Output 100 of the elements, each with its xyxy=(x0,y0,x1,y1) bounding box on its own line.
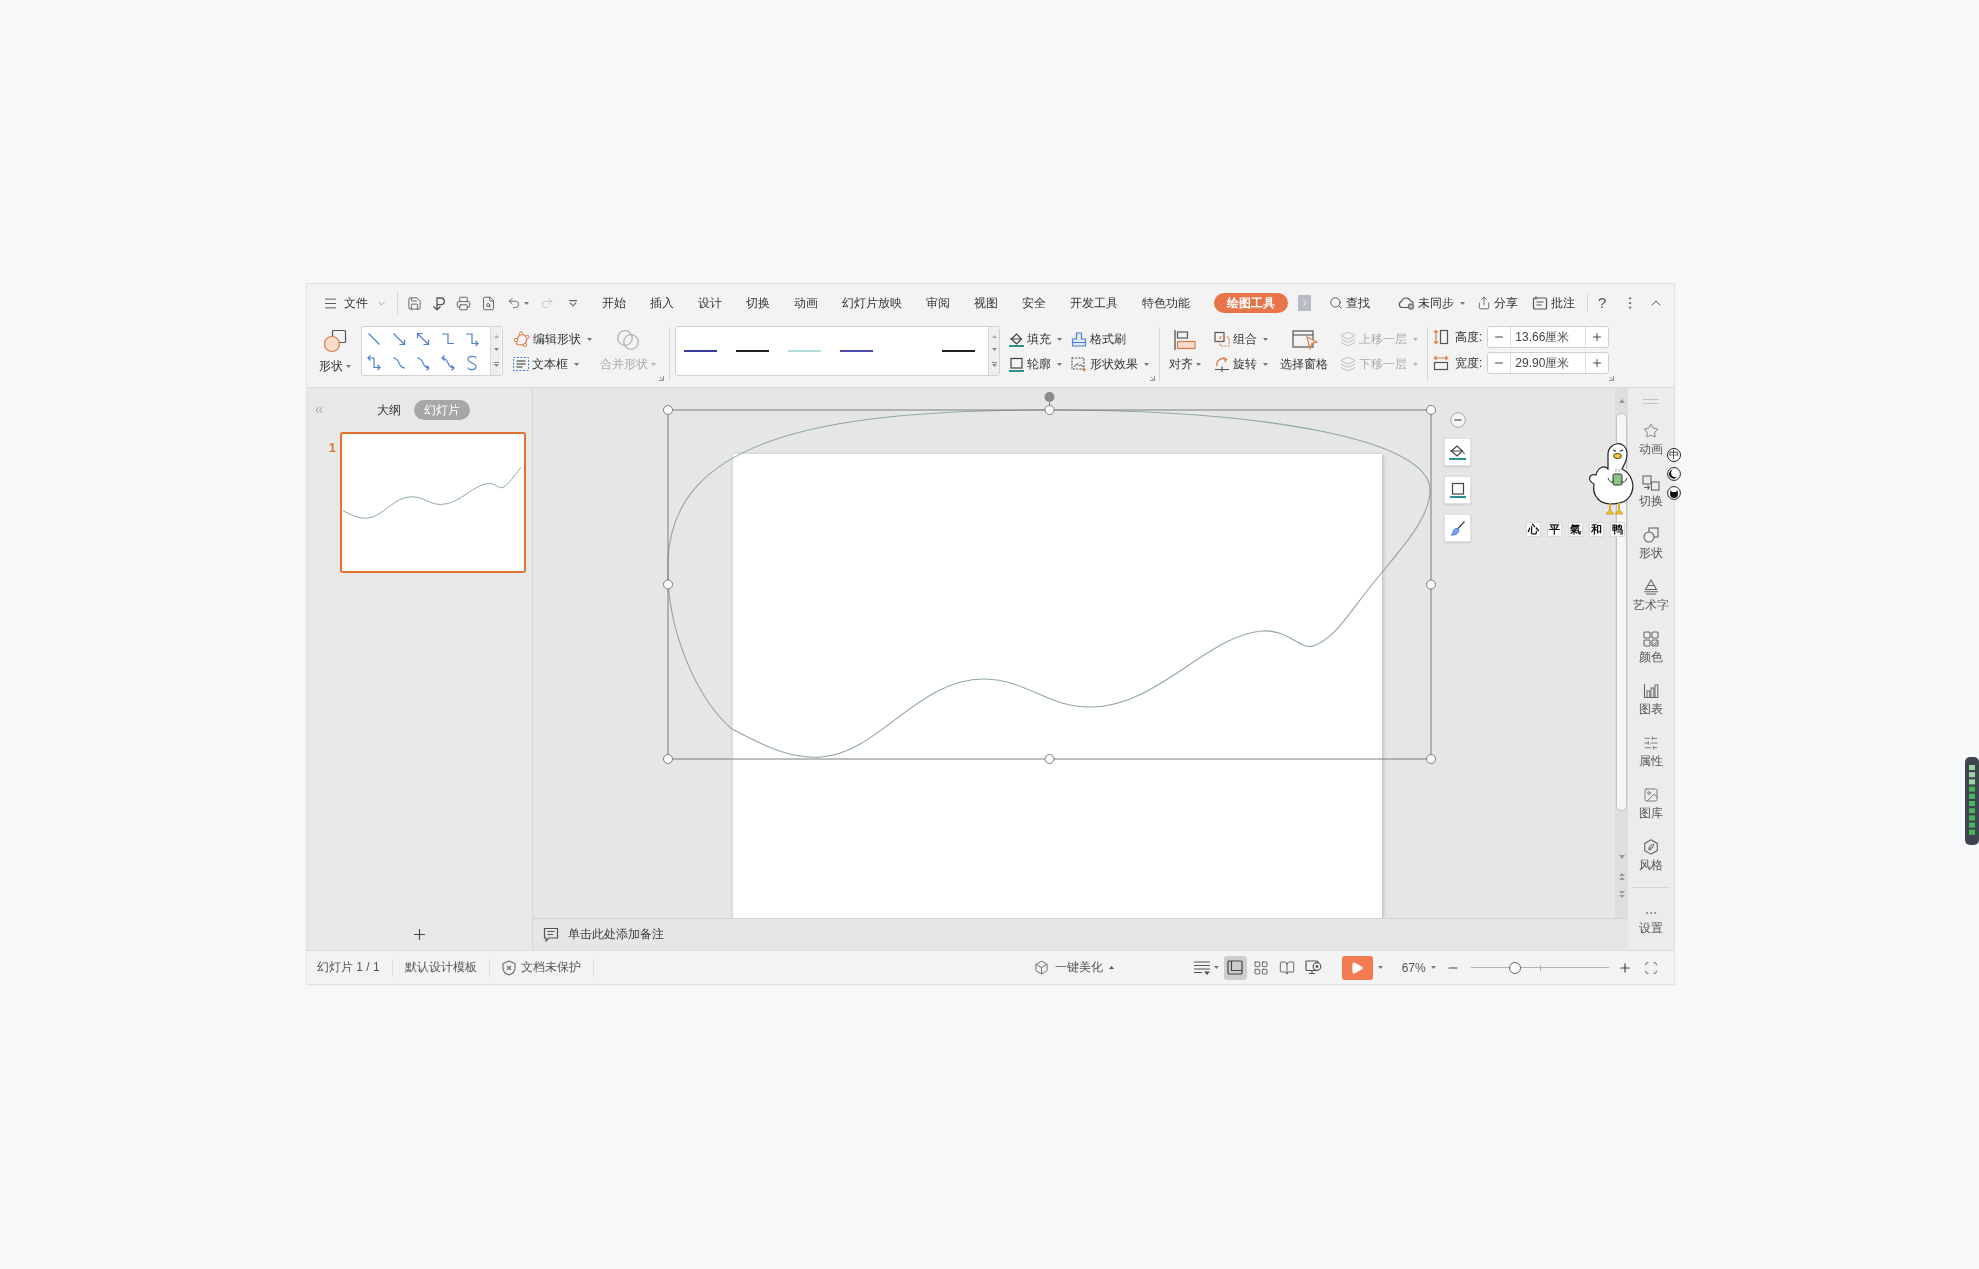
protection-status[interactable]: 文档未保护 xyxy=(501,959,581,976)
sidebar-button[interactable]: 艺术字 xyxy=(1633,573,1669,625)
customize-toolbar-icon[interactable] xyxy=(569,299,577,307)
slideshow-button[interactable] xyxy=(1341,955,1373,980)
elbow-double-arrow-icon[interactable] xyxy=(366,355,383,371)
collapse-panel-icon[interactable] xyxy=(313,404,325,416)
resize-handle[interactable] xyxy=(1426,754,1436,764)
resize-handle[interactable] xyxy=(1044,405,1055,415)
ribbon-tab[interactable]: 幻灯片放映 xyxy=(842,293,902,313)
document-search-icon[interactable] xyxy=(481,295,496,311)
shape-outline-button[interactable] xyxy=(1444,476,1471,504)
resize-handle[interactable] xyxy=(1426,405,1436,415)
beautify-button[interactable]: 一键美化 xyxy=(1033,959,1114,976)
dialog-launcher-icon[interactable] xyxy=(659,376,664,381)
undo-icon[interactable] xyxy=(507,296,521,310)
sidebar-button[interactable]: 切换 xyxy=(1639,469,1663,521)
comment-button[interactable]: 批注 xyxy=(1532,294,1575,312)
sidebar-button[interactable]: 图库 xyxy=(1639,781,1663,833)
scroll-up-icon[interactable] xyxy=(1618,399,1625,403)
sidebar-button[interactable]: 图表 xyxy=(1639,677,1663,729)
scroll-down-icon[interactable] xyxy=(1618,855,1625,859)
edit-shape-button[interactable]: 编辑形状 xyxy=(513,328,592,350)
moon-icon[interactable] xyxy=(1667,467,1681,481)
panel-tab[interactable]: 大纲 xyxy=(377,400,401,420)
grip-icon[interactable] xyxy=(1643,399,1659,404)
curved-double-arrow-icon[interactable] xyxy=(439,355,456,371)
notes-field[interactable]: 单击此处添加备注 xyxy=(543,926,664,943)
elbow-line-icon[interactable] xyxy=(439,331,456,347)
sidebar-button[interactable]: 动画 xyxy=(1639,417,1663,469)
minus-circle-icon[interactable] xyxy=(1449,412,1466,428)
ribbon-tab[interactable]: 开始 xyxy=(602,293,626,313)
group-button[interactable]: 组合 xyxy=(1214,328,1268,350)
previous-slide-icon[interactable] xyxy=(1618,873,1625,880)
ribbon-tab[interactable]: 视图 xyxy=(974,293,998,313)
format-painter-button[interactable]: 格式刷 xyxy=(1071,328,1149,350)
template-name[interactable]: 默认设计模板 xyxy=(404,959,477,976)
file-menu[interactable]: 文件 xyxy=(323,294,387,312)
line-swatch-icon[interactable] xyxy=(736,350,769,352)
ime-mode-button[interactable]: 中 xyxy=(1667,448,1681,462)
outline-button[interactable]: 轮廓 xyxy=(1009,353,1062,375)
list-lines-icon[interactable] xyxy=(1192,959,1211,976)
resize-handle[interactable] xyxy=(663,754,673,764)
gallery-scrollbar[interactable] xyxy=(490,327,501,375)
sync-button[interactable]: 未同步 xyxy=(1398,294,1465,312)
sidebar-button[interactable]: 颜色 xyxy=(1639,625,1663,677)
shape-effects-button[interactable]: 形状效果 xyxy=(1071,353,1149,375)
line-swatch-icon[interactable] xyxy=(684,350,717,352)
sidebar-button[interactable]: 风格 xyxy=(1639,833,1663,885)
size-input[interactable]: 29.90厘米 xyxy=(1511,353,1586,373)
elbow-arrow-icon[interactable] xyxy=(464,331,481,347)
cat-icon[interactable] xyxy=(1667,486,1681,500)
slide-thumbnail[interactable] xyxy=(339,432,526,573)
save-icon[interactable] xyxy=(407,295,422,311)
dialog-launcher-icon[interactable] xyxy=(1150,376,1155,381)
line-swatch-icon[interactable] xyxy=(840,350,873,352)
ribbon-tab[interactable]: 插入 xyxy=(650,293,674,313)
ribbon-tab[interactable]: 审阅 xyxy=(926,293,950,313)
dialog-launcher-icon[interactable] xyxy=(1609,376,1615,381)
monitor-icon xyxy=(1304,960,1322,975)
sidebar-button[interactable]: 属性 xyxy=(1639,729,1663,781)
line-swatch-icon[interactable] xyxy=(942,350,975,352)
size-input[interactable]: 13.66厘米 xyxy=(1511,327,1586,347)
rotate-handle[interactable] xyxy=(1044,392,1055,406)
share-button[interactable]: 分享 xyxy=(1477,294,1518,312)
rotate-button[interactable]: 旋转 xyxy=(1214,353,1268,375)
fit-window-icon[interactable] xyxy=(1643,960,1658,975)
curved-arrow-icon[interactable] xyxy=(415,355,432,371)
format-brush-button[interactable] xyxy=(1444,514,1471,542)
ribbon-tab[interactable]: 动画 xyxy=(794,293,818,313)
ribbon-tab[interactable]: 特色功能 xyxy=(1142,293,1190,313)
gallery-scrollbar[interactable] xyxy=(988,327,999,375)
ribbon-tab[interactable]: 安全 xyxy=(1022,293,1046,313)
align-button[interactable]: 对齐 xyxy=(1169,322,1201,372)
selection-pane-button[interactable]: 选择窗格 xyxy=(1280,322,1330,372)
help-button[interactable]: ? xyxy=(1598,294,1607,312)
print-icon[interactable] xyxy=(456,295,471,311)
hook-arrow-icon[interactable] xyxy=(432,295,446,311)
resize-handle[interactable] xyxy=(1426,579,1436,590)
text-box-button[interactable]: 文本框 xyxy=(513,353,592,375)
zoom-level-button[interactable]: 67% xyxy=(1401,960,1436,975)
resize-handle[interactable] xyxy=(663,405,673,415)
sidebar-button[interactable]: 形状 xyxy=(1639,521,1663,573)
normal-view-button[interactable] xyxy=(1223,955,1247,980)
diagonal-arrow-icon[interactable] xyxy=(390,331,407,347)
ribbon-tab[interactable]: 开发工具 xyxy=(1070,293,1118,313)
ribbon-tab[interactable]: 设计 xyxy=(698,293,722,313)
ribbon-tab[interactable]: 切换 xyxy=(746,293,770,313)
fill-button[interactable]: 填充 xyxy=(1009,328,1062,350)
zoom-slider-thumb[interactable] xyxy=(1508,961,1521,974)
shapes-button[interactable]: 形状 xyxy=(319,322,351,374)
next-slide-icon[interactable] xyxy=(1618,891,1625,898)
resize-handle[interactable] xyxy=(1044,754,1055,764)
shape-fill-button[interactable] xyxy=(1444,438,1471,466)
settings-button[interactable]: 设置 xyxy=(1639,888,1663,935)
search-button[interactable]: 查找 xyxy=(1329,294,1370,312)
line-swatch-icon[interactable] xyxy=(788,350,821,352)
curved-line-icon[interactable] xyxy=(390,355,407,371)
zoom-in-icon[interactable] xyxy=(1617,960,1632,975)
double-arrow-icon[interactable] xyxy=(415,331,432,347)
resize-handle[interactable] xyxy=(663,579,673,590)
